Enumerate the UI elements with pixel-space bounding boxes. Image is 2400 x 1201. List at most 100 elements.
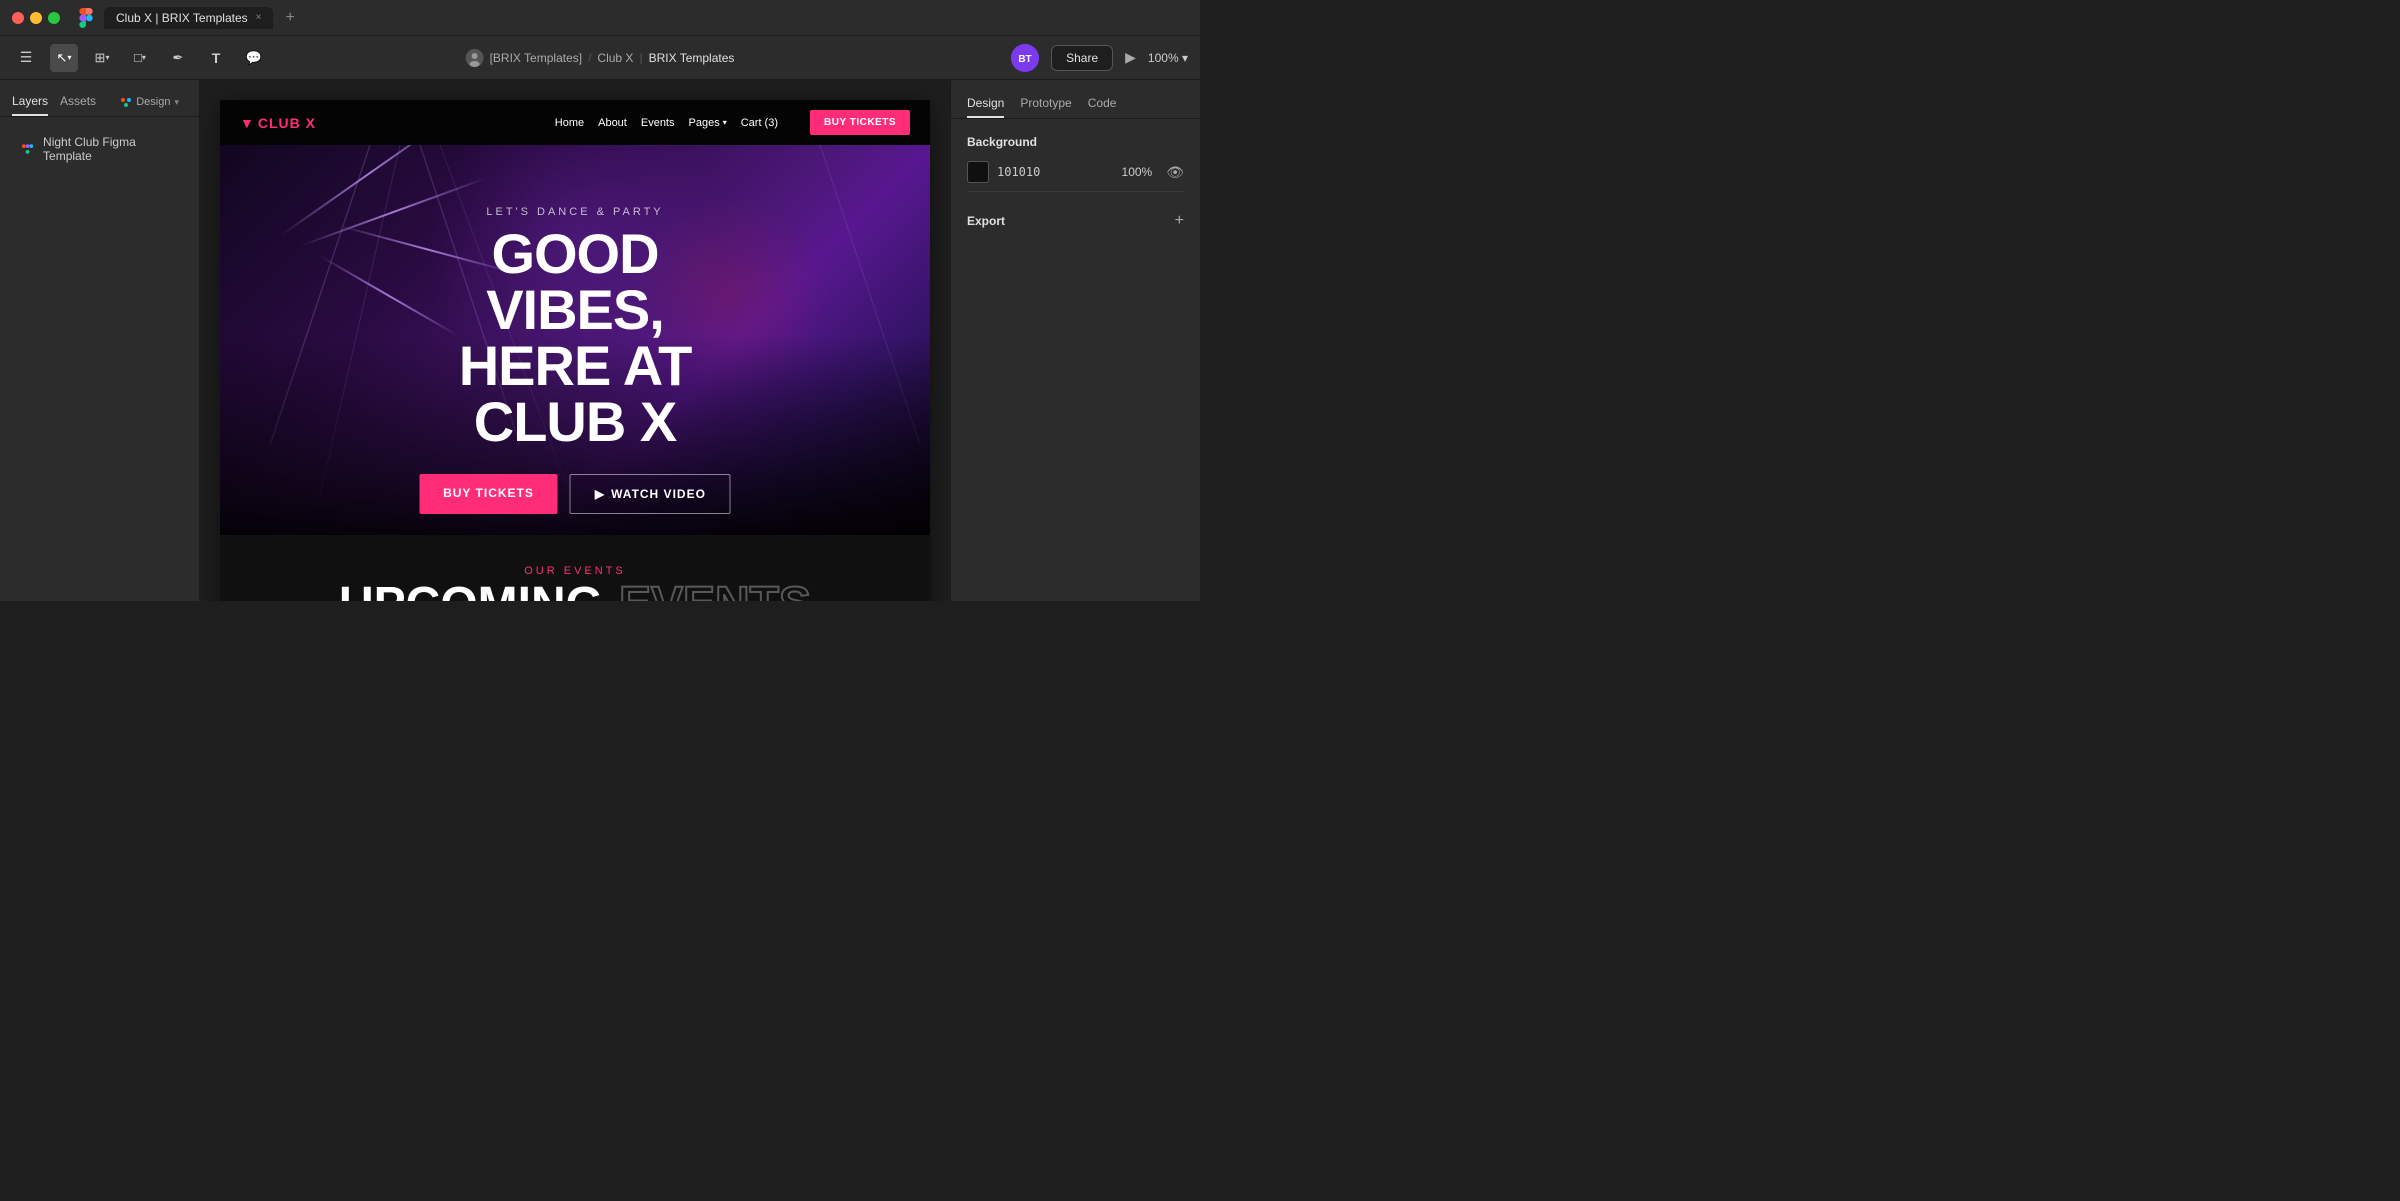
hero-text: LET'S DANCE & PARTY GOOD VIBES, HERE AT … <box>398 206 753 514</box>
opacity-value[interactable]: 100% <box>1122 165 1153 179</box>
play-button[interactable]: ▶ <box>1125 49 1136 66</box>
minimize-button[interactable] <box>30 12 42 24</box>
site-navbar: ▼ CLUB X Home About Events Pages ▾ Cart … <box>220 100 930 145</box>
titlebar: Club X | BRIX Templates × + <box>0 0 1200 36</box>
frame-chevron-icon: ▾ <box>105 53 109 62</box>
website-preview: ▼ CLUB X Home About Events Pages ▾ Cart … <box>220 100 930 601</box>
text-tool-button[interactable]: T <box>202 44 230 72</box>
design-icon <box>120 96 132 108</box>
toolbar: ☰ ↖ ▾ ⊞ ▾ □ ▾ ✒ T 💬 [BRIX Templates] <box>0 36 1200 80</box>
main-layout: Layers Assets Design ▾ Nig <box>0 80 1200 601</box>
site-logo: ▼ CLUB X <box>240 115 316 131</box>
user-avatar[interactable]: BT <box>1011 44 1039 72</box>
toolbar-right: BT Share ▶ 100% ▾ <box>1011 44 1188 72</box>
hero-buy-tickets-button[interactable]: BUY TICKETS <box>419 474 558 514</box>
canvas-content: ▼ CLUB X Home About Events Pages ▾ Cart … <box>200 80 950 601</box>
breadcrumb-sep2: | <box>639 51 642 65</box>
nav-buy-tickets-button[interactable]: BUY TICKETS <box>810 110 910 135</box>
logo-text: CLUB X <box>258 115 316 131</box>
tab-assets[interactable]: Assets <box>60 88 96 116</box>
arrow-icon: ↖ <box>57 50 68 66</box>
tab-code[interactable]: Code <box>1088 90 1117 118</box>
list-item[interactable]: Night Club Figma Template <box>12 129 187 169</box>
hero-title-line1: GOOD VIBES, <box>398 226 753 338</box>
divider <box>967 191 1184 192</box>
hamburger-icon: ☰ <box>20 49 33 66</box>
hero-watch-video-button[interactable]: ▶ WATCH VIDEO <box>570 474 731 514</box>
visibility-eye-icon[interactable]: 👁 <box>1166 164 1184 181</box>
tab-add-button[interactable]: + <box>285 9 294 27</box>
nav-pages[interactable]: Pages ▾ <box>689 117 727 129</box>
select-tool-button[interactable]: ↖ ▾ <box>50 44 78 72</box>
nav-links: Home About Events Pages ▾ Cart (3) <box>555 117 778 129</box>
svg-text:BT: BT <box>1018 54 1031 65</box>
share-button[interactable]: Share <box>1051 45 1113 71</box>
shape-tool-button[interactable]: □ ▾ <box>126 44 154 72</box>
avatar-icon: BT <box>1011 44 1039 72</box>
breadcrumb: [BRIX Templates] / Club X | BRIX Templat… <box>466 49 735 67</box>
nav-home[interactable]: Home <box>555 117 584 129</box>
hero-section: LET'S DANCE & PARTY GOOD VIBES, HERE AT … <box>220 145 930 535</box>
hero-subtitle: LET'S DANCE & PARTY <box>398 206 753 218</box>
hero-title: GOOD VIBES, HERE AT CLUB X <box>398 226 753 450</box>
events-title-solid: UPCOMING <box>339 581 603 601</box>
color-hex-value[interactable]: 101010 <box>997 165 1040 179</box>
sidebar-tabs: Layers Assets Design ▾ <box>0 80 199 117</box>
export-add-button[interactable]: + <box>1175 212 1184 230</box>
right-panel-tabs: Design Prototype Code <box>951 80 1200 119</box>
events-section: OUR EVENTS UPCOMING EVENTS <box>220 535 930 601</box>
background-color-row: 101010 100% 👁 <box>967 161 1184 183</box>
color-swatch[interactable] <box>967 161 989 183</box>
frame-icon: ⊞ <box>95 50 106 66</box>
right-sidebar: Design Prototype Code Background 101010 … <box>950 80 1200 601</box>
background-section-title: Background <box>967 135 1037 149</box>
breadcrumb-team[interactable]: [BRIX Templates] <box>490 51 582 65</box>
frame-tool-button[interactable]: ⊞ ▾ <box>88 44 116 72</box>
design-mode-pill[interactable]: Design ▾ <box>112 88 187 116</box>
background-section-header: Background <box>967 135 1184 149</box>
shape-icon: □ <box>134 50 142 65</box>
text-icon: T <box>212 50 221 66</box>
export-section-header: Export + <box>967 212 1184 230</box>
events-title-outline: EVENTS <box>619 581 811 601</box>
traffic-lights <box>12 12 60 24</box>
shape-chevron-icon: ▾ <box>142 53 146 62</box>
nav-events[interactable]: Events <box>641 117 675 129</box>
pen-icon: ✒ <box>173 50 184 66</box>
hero-buttons: BUY TICKETS ▶ WATCH VIDEO <box>398 474 753 514</box>
export-section-title: Export <box>967 214 1005 228</box>
tab-layers[interactable]: Layers <box>12 88 48 116</box>
design-panel-content: Background 101010 100% 👁 Export + <box>951 119 1200 601</box>
breadcrumb-project[interactable]: Club X <box>597 51 633 65</box>
hero-title-line2: HERE AT CLUB X <box>398 338 753 450</box>
canvas-area[interactable]: ▼ CLUB X Home About Events Pages ▾ Cart … <box>200 80 950 601</box>
user-avatar-icon <box>466 49 484 67</box>
left-sidebar: Layers Assets Design ▾ Nig <box>0 80 200 601</box>
events-title-row: UPCOMING EVENTS <box>250 581 900 601</box>
toolbar-left: ☰ ↖ ▾ ⊞ ▾ □ ▾ ✒ T 💬 <box>12 44 268 72</box>
tab-prototype[interactable]: Prototype <box>1020 90 1071 118</box>
pen-tool-button[interactable]: ✒ <box>164 44 192 72</box>
tab-close-icon[interactable]: × <box>256 12 262 23</box>
layers-panel: Night Club Figma Template <box>0 117 199 601</box>
figma-logo-icon <box>76 8 96 28</box>
comment-tool-button[interactable]: 💬 <box>240 44 268 72</box>
comment-icon: 💬 <box>246 50 262 66</box>
menu-button[interactable]: ☰ <box>12 44 40 72</box>
events-label: OUR EVENTS <box>250 565 900 577</box>
figma-component-icon <box>20 141 35 157</box>
zoom-control[interactable]: 100% ▾ <box>1148 51 1188 65</box>
logo-icon: ▼ <box>240 115 254 131</box>
play-icon: ▶ <box>595 487 605 501</box>
tab-design[interactable]: Design <box>967 90 1004 118</box>
tab-title: Club X | BRIX Templates <box>116 11 248 25</box>
browser-tab[interactable]: Club X | BRIX Templates × <box>104 7 273 29</box>
fullscreen-button[interactable] <box>48 12 60 24</box>
layer-name: Night Club Figma Template <box>43 135 179 163</box>
nav-about[interactable]: About <box>598 117 627 129</box>
nav-cart[interactable]: Cart (3) <box>741 117 778 129</box>
select-chevron-icon: ▾ <box>67 53 71 62</box>
design-label: Design <box>136 96 170 108</box>
design-chevron-icon: ▾ <box>174 97 179 108</box>
close-button[interactable] <box>12 12 24 24</box>
